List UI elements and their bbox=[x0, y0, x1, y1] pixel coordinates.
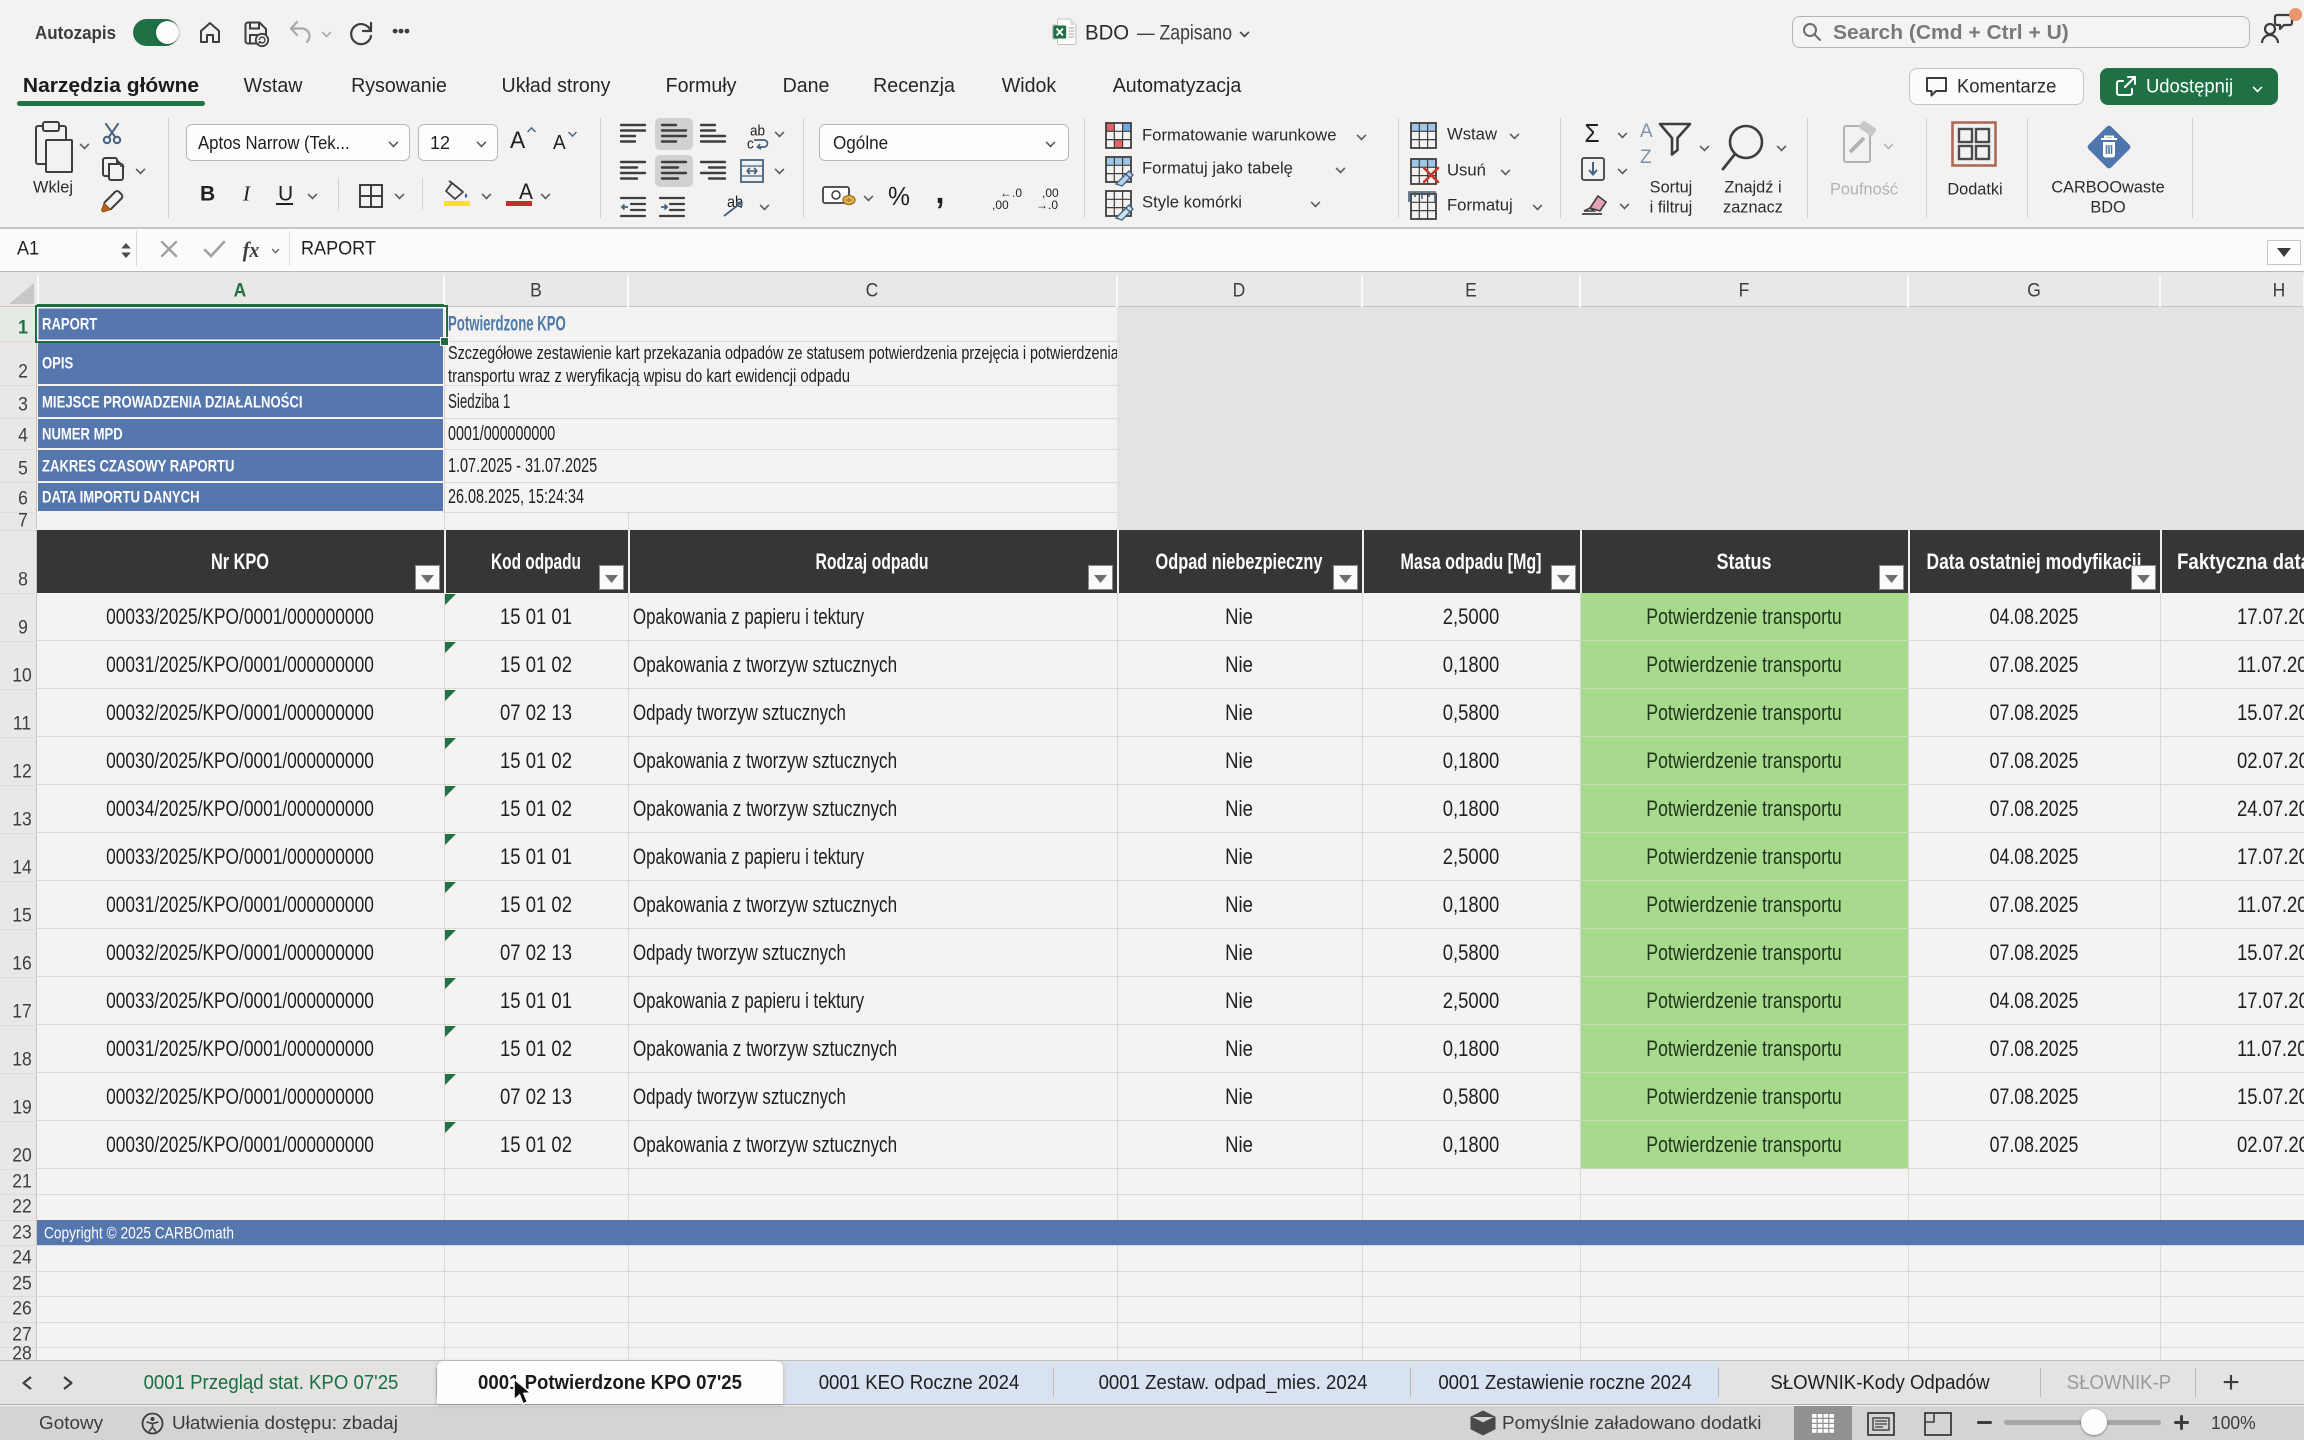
svg-text:→.0: →.0 bbox=[1036, 198, 1058, 212]
svg-text:,00: ,00 bbox=[992, 198, 1009, 212]
svg-text:A: A bbox=[1640, 121, 1653, 142]
svg-text:Z: Z bbox=[1640, 147, 1652, 168]
